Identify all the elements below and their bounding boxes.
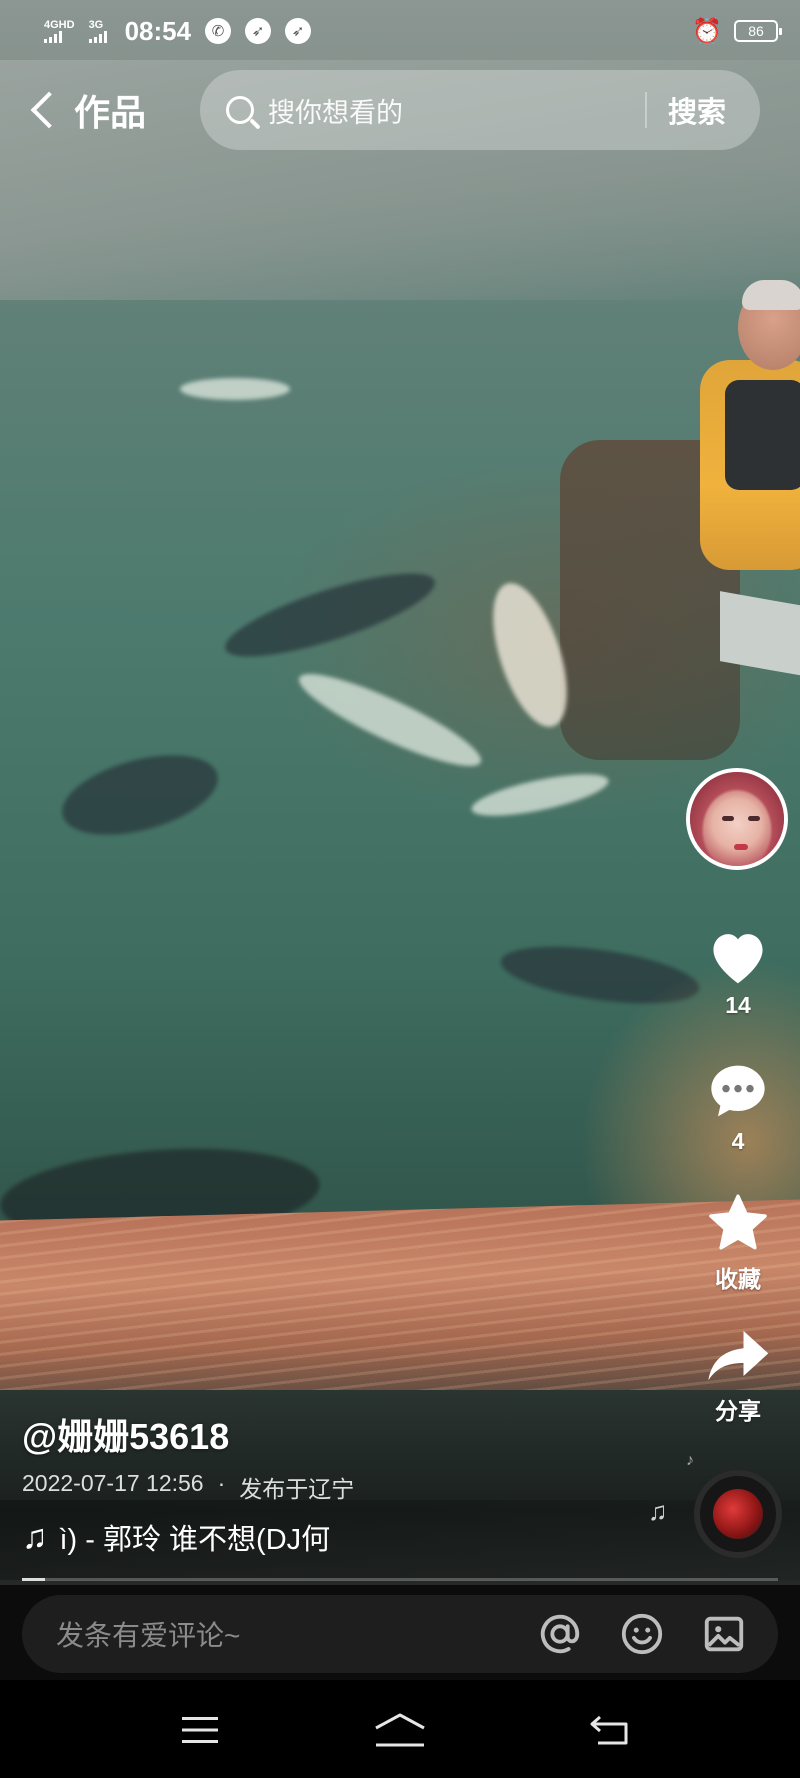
- share-icon: [686, 1328, 790, 1386]
- alarm-icon: ⏰: [692, 17, 722, 45]
- wechat-icon: ✆: [205, 18, 232, 44]
- author-avatar[interactable]: [686, 768, 788, 870]
- fish: [217, 557, 443, 673]
- comment-input[interactable]: 发条有爱评论~: [22, 1595, 778, 1673]
- meta-separator: ·: [217, 1470, 226, 1496]
- back-label: 作品: [74, 92, 147, 133]
- compass-icon: ➶: [245, 18, 272, 44]
- water-foam: [290, 659, 490, 781]
- share-button[interactable]: 分享: [686, 1328, 790, 1426]
- status-bar: 4GHD 3G 08:54 ✆ ➶ ➶ ⏰ 86: [0, 0, 800, 62]
- music-cover: [713, 1489, 763, 1539]
- heart-icon: [686, 926, 790, 986]
- music-title: ì) - 郭玲 谁不想(DJ何: [59, 1524, 331, 1556]
- post-location: 发布于辽宁: [239, 1476, 355, 1502]
- floating-note-icon: ♫: [648, 1496, 668, 1526]
- fisherman-vest: [725, 380, 800, 490]
- back-arrow-icon: [590, 1715, 628, 1745]
- comment-icon: [686, 1060, 790, 1122]
- floating-note-icon: ♪: [686, 1452, 694, 1469]
- like-count: 14: [725, 992, 751, 1018]
- water-foam: [180, 378, 290, 400]
- fish: [53, 740, 227, 850]
- search-icon: [226, 96, 254, 124]
- video-meta: 2022-07-17 12:56 · 发布于辽宁: [22, 1470, 354, 1504]
- favorite-label: 收藏: [715, 1266, 761, 1292]
- network-indicator-1: 4GHD: [44, 18, 75, 43]
- avatar-hair: [690, 772, 784, 866]
- net-foreground: [0, 1199, 800, 1411]
- favorite-button[interactable]: 收藏: [686, 1192, 790, 1294]
- image-icon[interactable]: [700, 1610, 748, 1658]
- clock: 08:54: [124, 15, 192, 46]
- fisherman-hair: [742, 280, 800, 310]
- chevron-left-icon: [30, 91, 68, 129]
- search-placeholder: 搜你想看的: [268, 97, 403, 128]
- video-player[interactable]: [0, 0, 800, 1585]
- avatar-eye: [748, 816, 760, 821]
- music-note-icon: ♫: [22, 1517, 48, 1556]
- comment-button[interactable]: 4: [686, 1060, 790, 1155]
- signal-icon: [88, 30, 107, 43]
- comment-count: 4: [731, 1128, 745, 1154]
- search-box[interactable]: 搜你想看的 搜索: [200, 70, 760, 150]
- like-button[interactable]: 14: [686, 926, 790, 1019]
- comment-bar: 发条有爱评论~: [0, 1585, 800, 1680]
- menu-button[interactable]: [170, 1710, 230, 1750]
- divider: [645, 92, 647, 128]
- system-nav-bar: [0, 1680, 800, 1778]
- network-label: 4GHD: [44, 18, 75, 31]
- share-label: 分享: [715, 1398, 761, 1424]
- post-date: 2022-07-17 12:56: [22, 1470, 204, 1496]
- progress-fill: [22, 1578, 45, 1581]
- search-button[interactable]: 搜索: [668, 89, 726, 131]
- home-icon: [375, 1713, 425, 1747]
- compass-icon: ➶: [285, 18, 312, 44]
- back-button[interactable]: 作品: [28, 84, 146, 136]
- network-label: 3G: [88, 18, 104, 31]
- avatar-eye: [722, 816, 734, 821]
- avatar-lip: [734, 844, 748, 850]
- star-icon: [686, 1192, 790, 1254]
- battery-indicator: 86: [734, 20, 782, 42]
- top-bar: 作品 搜你想看的 搜索: [0, 68, 800, 152]
- emoji-icon[interactable]: [618, 1610, 666, 1658]
- back-nav-button[interactable]: [580, 1710, 640, 1750]
- music-info[interactable]: ♫ ì) - 郭玲 谁不想(DJ何: [22, 1516, 402, 1558]
- menu-icon: [182, 1717, 218, 1743]
- video-progress[interactable]: [22, 1578, 778, 1581]
- author-name[interactable]: @姗姗53618: [22, 1408, 229, 1460]
- music-disc[interactable]: [694, 1470, 782, 1558]
- at-icon[interactable]: [536, 1610, 584, 1658]
- home-button[interactable]: [370, 1710, 430, 1750]
- comment-placeholder: 发条有爱评论~: [56, 1620, 241, 1651]
- signal-icon: [44, 30, 75, 43]
- network-indicator-2: 3G: [88, 18, 107, 43]
- water-foam: [468, 765, 612, 825]
